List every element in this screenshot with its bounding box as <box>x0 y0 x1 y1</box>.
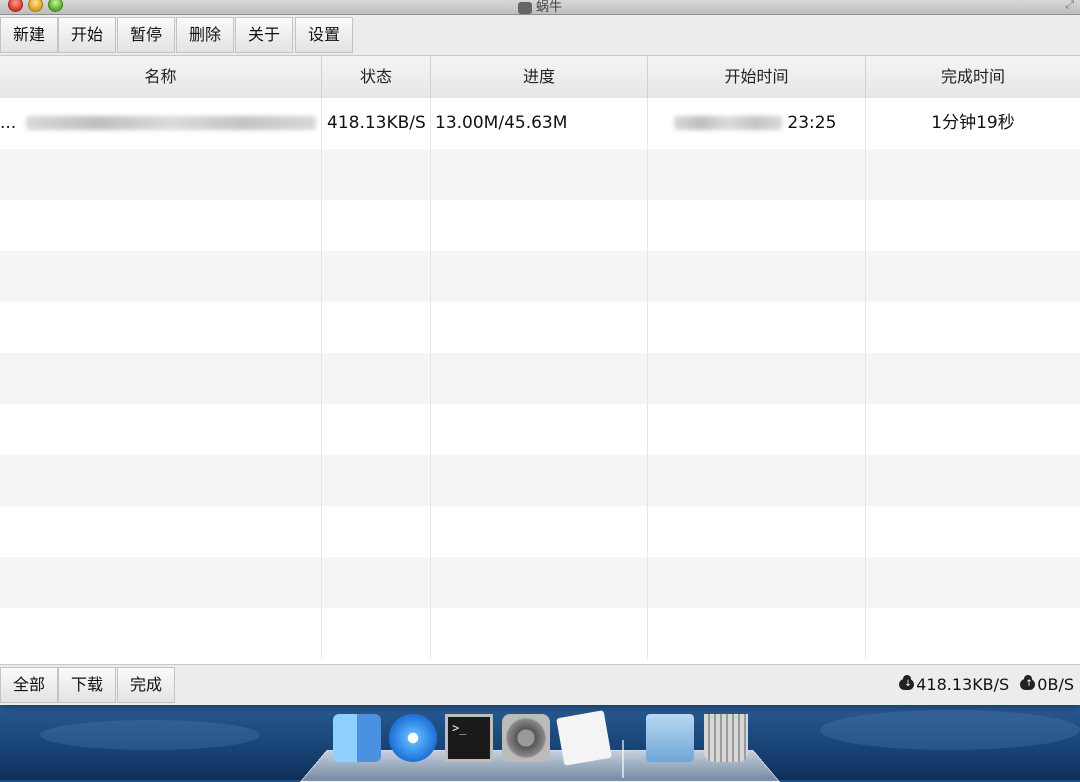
upload-speed: 0B/S <box>1037 675 1074 694</box>
column-header-finish-time[interactable]: 完成时间 <box>866 56 1080 98</box>
delete-button[interactable]: 删除 <box>176 17 234 53</box>
window-title-text: 蜗牛 <box>535 0 562 15</box>
redacted-filename <box>25 116 316 130</box>
empty-row <box>0 608 1080 659</box>
pause-button[interactable]: 暂停 <box>117 17 175 53</box>
redacted-date <box>674 116 782 130</box>
cell-name: ... <box>0 98 322 149</box>
trash-icon[interactable] <box>704 714 748 762</box>
fullscreen-icon[interactable]: ⤢ <box>1065 0 1074 12</box>
terminal-icon[interactable]: >_ <box>445 714 493 762</box>
empty-row <box>0 149 1080 200</box>
settings-button[interactable]: 设置 <box>295 17 353 53</box>
dock-separator <box>622 740 624 778</box>
new-task-button[interactable]: 新建 <box>0 17 58 53</box>
empty-row <box>0 404 1080 455</box>
toolbar: 新建 开始 暂停 删除 关于 设置 <box>0 15 1080 56</box>
folder-icon[interactable] <box>646 714 694 762</box>
empty-row <box>0 455 1080 506</box>
start-button[interactable]: 开始 <box>58 17 116 53</box>
app-window: 蜗牛 ⤢ 新建 开始 暂停 删除 关于 设置 名称 状态 进度 开始时间 完成时… <box>0 0 1080 705</box>
empty-row <box>0 302 1080 353</box>
download-speed: 418.13KB/S <box>916 675 1010 694</box>
about-button[interactable]: 关于 <box>235 17 293 53</box>
cell-progress: 13.00M/45.63M <box>431 98 648 149</box>
name-ellipsis: ... <box>0 113 17 133</box>
filter-completed-button[interactable]: 完成 <box>117 667 175 703</box>
empty-row <box>0 353 1080 404</box>
app-icon <box>517 1 532 14</box>
download-cloud-icon: ↓ <box>899 674 915 690</box>
column-header-status[interactable]: 状态 <box>322 56 431 98</box>
titlebar: 蜗牛 ⤢ <box>0 0 1080 15</box>
desktop-wave <box>820 710 1080 750</box>
coffee-app-icon[interactable] <box>556 710 612 766</box>
task-table: 名称 状态 进度 开始时间 完成时间 ... 418.13KB/S 13.00M… <box>0 56 1080 664</box>
column-header-progress[interactable]: 进度 <box>431 56 648 98</box>
window-title: 蜗牛 <box>0 0 1080 15</box>
system-preferences-icon[interactable] <box>502 714 550 762</box>
safari-icon[interactable] <box>389 714 437 762</box>
empty-row <box>0 200 1080 251</box>
column-header-start-time[interactable]: 开始时间 <box>648 56 866 98</box>
status-bar: 全部 下载 完成 ↓ 418.13KB/S ↑ 0B/S <box>0 664 1080 705</box>
cell-finish-time: 1分钟19秒 <box>931 113 1015 133</box>
table-row[interactable]: ... 418.13KB/S 13.00M/45.63M 23:25 1分钟19… <box>0 98 1080 149</box>
finder-icon[interactable] <box>333 714 381 762</box>
cell-status: 418.13KB/S <box>322 98 431 149</box>
upload-cloud-icon: ↑ <box>1020 674 1036 690</box>
empty-row <box>0 557 1080 608</box>
filter-all-button[interactable]: 全部 <box>0 667 58 703</box>
empty-row <box>0 506 1080 557</box>
start-time-text: 23:25 <box>787 113 837 133</box>
table-header: 名称 状态 进度 开始时间 完成时间 <box>0 56 1080 99</box>
empty-row <box>0 251 1080 302</box>
speed-indicator: ↓ 418.13KB/S ↑ 0B/S <box>899 665 1074 705</box>
filter-downloading-button[interactable]: 下载 <box>58 667 116 703</box>
column-header-name[interactable]: 名称 <box>0 56 322 98</box>
desktop-wave <box>40 720 260 750</box>
cell-start-time: 23:25 <box>648 98 866 149</box>
